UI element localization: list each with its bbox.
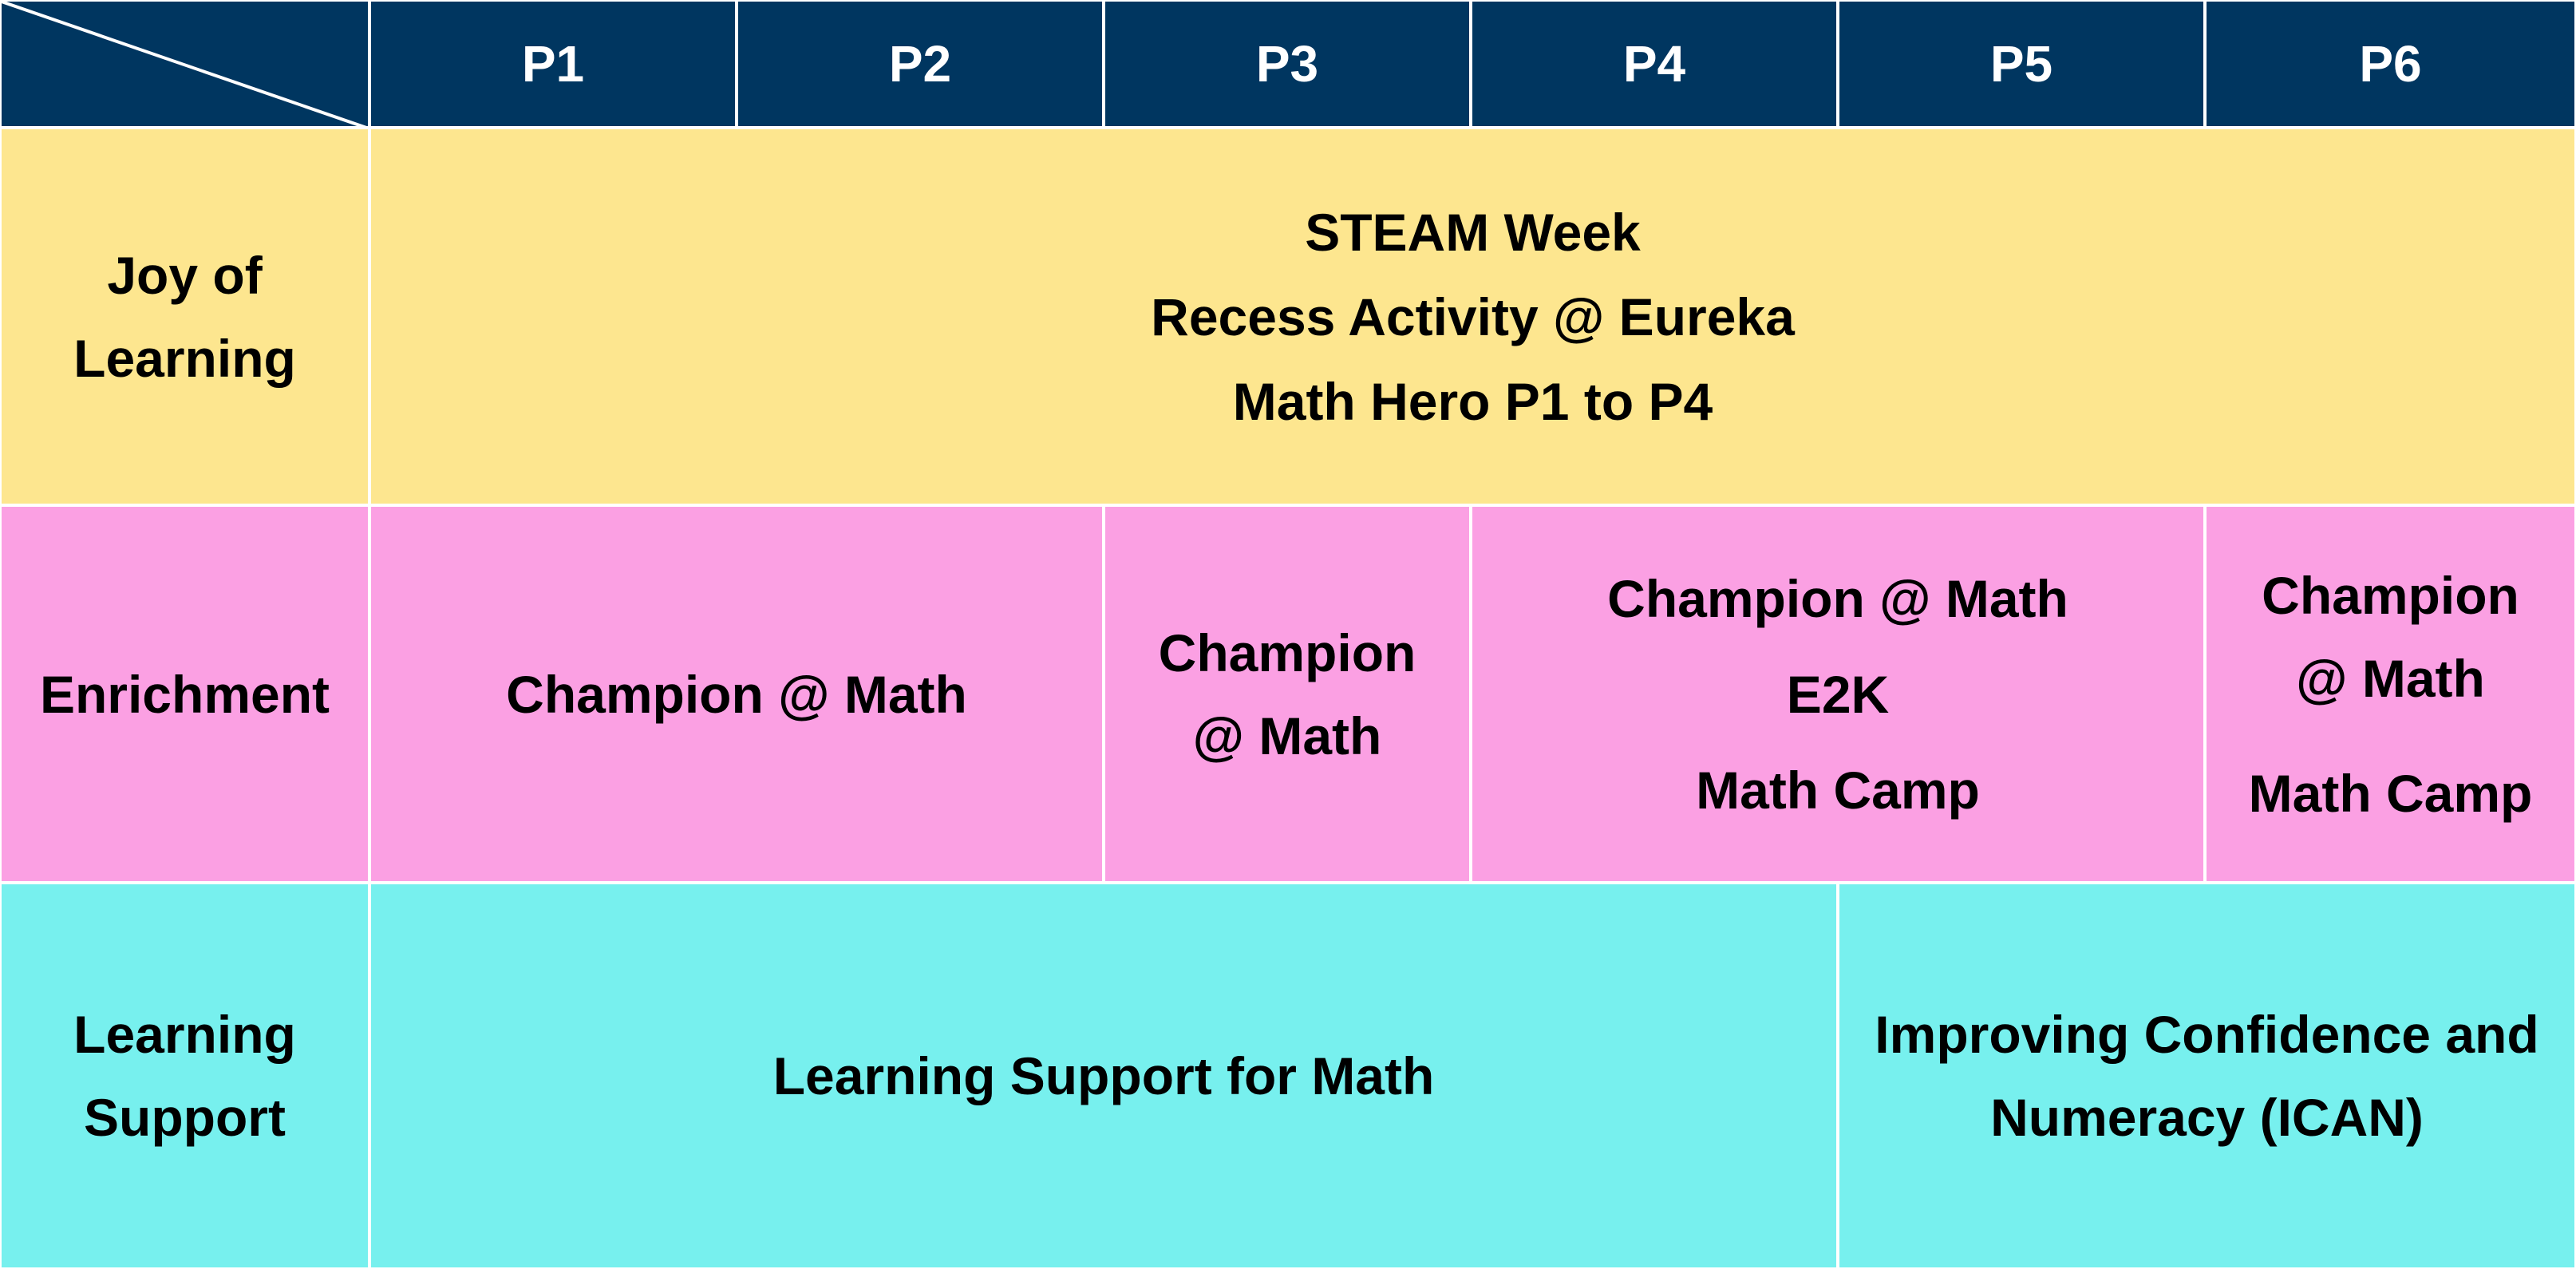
enrichment-p4-p5-text: Champion @ Math E2K Math Camp: [1607, 568, 2068, 820]
corner-cell: [0, 0, 369, 128]
programme-table: P1 P2 P3 P4 P5 P6 Joy of Learning STEAM …: [0, 0, 2576, 1269]
column-header-p2: P2: [737, 0, 1104, 128]
enrichment-p3-text: Champion @ Math: [1158, 623, 1416, 765]
column-header-p1: P1: [369, 0, 737, 128]
column-header-p6: P6: [2205, 0, 2576, 128]
row-label-support-text: Learning Support: [73, 1005, 296, 1147]
row-label-enrichment: Enrichment: [0, 505, 369, 883]
support-p5-p6-cell: Improving Confidence and Numeracy (ICAN): [1838, 883, 2576, 1269]
column-header-p4: P4: [1471, 0, 1838, 128]
support-p5-p6-text: Improving Confidence and Numeracy (ICAN): [1875, 1005, 2539, 1147]
enrichment-p6-cell: Champion @ Math Math Camp: [2205, 505, 2576, 883]
column-header-p3: P3: [1104, 0, 1471, 128]
diagonal-divider: [2, 2, 367, 126]
column-header-p5: P5: [1838, 0, 2205, 128]
enrichment-p3-cell: Champion @ Math: [1104, 505, 1471, 883]
enrichment-p1-p2-cell: Champion @ Math: [369, 505, 1104, 883]
row-label-joy-text: Joy of Learning: [73, 245, 296, 388]
row-label-enrichment-text: Enrichment: [39, 664, 330, 724]
support-p1-p4-cell: Learning Support for Math: [369, 883, 1838, 1269]
row-label-learning-support: Learning Support: [0, 883, 369, 1269]
row-label-joy-of-learning: Joy of Learning: [0, 128, 369, 505]
joy-content-text: STEAM Week Recess Activity @ Eureka Math…: [1151, 202, 1795, 431]
support-p1-p4-text: Learning Support for Math: [772, 1046, 1435, 1105]
enrichment-p1-p2-text: Champion @ Math: [506, 664, 967, 724]
joy-content-cell: STEAM Week Recess Activity @ Eureka Math…: [369, 128, 2576, 505]
enrichment-p6-bottom-text: Math Camp: [2248, 763, 2533, 823]
enrichment-p4-p5-cell: Champion @ Math E2K Math Camp: [1471, 505, 2205, 883]
enrichment-p6-top-text: Champion @ Math: [2262, 565, 2519, 708]
